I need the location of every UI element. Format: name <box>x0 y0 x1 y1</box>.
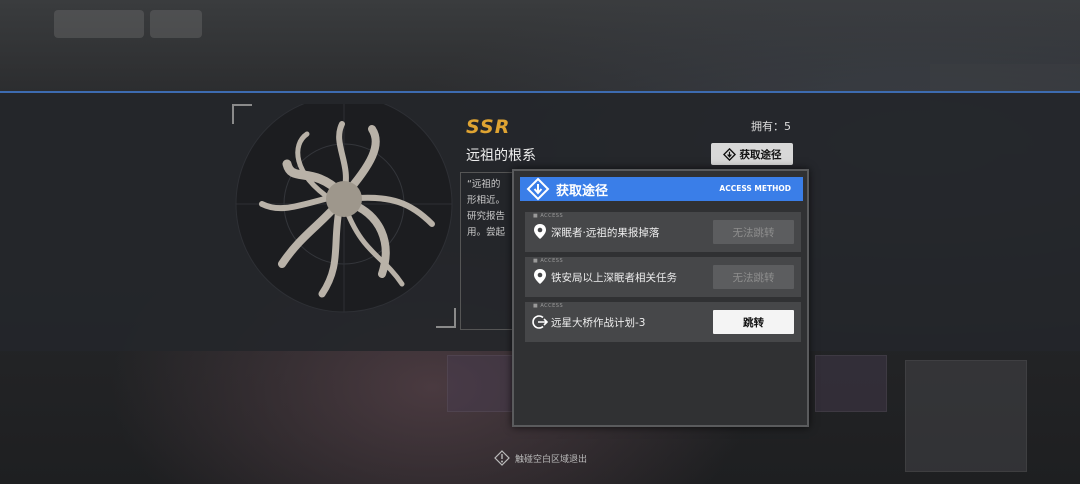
background-tile <box>905 360 1027 472</box>
rarity-badge: SSR <box>466 116 511 138</box>
row-tag: ■ ACCESS <box>533 213 564 219</box>
exit-hint-text: 触碰空白区域退出 <box>515 454 588 465</box>
background-tile <box>815 355 887 412</box>
item-portrait <box>232 95 456 328</box>
location-pin-icon <box>534 269 546 284</box>
source-row: ■ ACCESS 远星大桥作战计划-3 跳转 <box>525 302 801 342</box>
source-label: 深眠者·远祖的果报掉落 <box>551 227 660 239</box>
row-tag: ■ ACCESS <box>533 258 564 264</box>
source-row: ■ ACCESS 深眠者·远祖的果报掉落 无法跳转 <box>525 212 801 252</box>
source-label: 远星大桥作战计划-3 <box>551 317 646 329</box>
popup-title: 获取途径 <box>556 183 609 199</box>
diamond-arrow-icon <box>722 147 736 161</box>
access-method-popup: 获取途径 ACCESS METHOD ■ ACCESS 深眠者·远祖的果报掉落 … <box>512 169 809 427</box>
jump-button-disabled[interactable]: 无法跳转 <box>713 220 794 244</box>
jump-button-disabled[interactable]: 无法跳转 <box>713 265 794 289</box>
get-method-button[interactable]: 获取途径 <box>711 143 793 165</box>
popup-subtitle: ACCESS METHOD <box>719 184 791 193</box>
diamond-tap-icon <box>494 450 510 466</box>
popup-header: 获取途径 ACCESS METHOD <box>520 177 803 201</box>
source-row: ■ ACCESS 铁安局以上深眠者相关任务 无法跳转 <box>525 257 801 297</box>
row-tag: ■ ACCESS <box>533 303 564 309</box>
home-button[interactable] <box>150 10 202 38</box>
exit-hint: 触碰空白区域退出 <box>494 450 587 466</box>
get-method-label: 获取途径 <box>739 148 782 161</box>
jump-button[interactable]: 跳转 <box>713 310 794 334</box>
location-pin-icon <box>534 224 546 239</box>
back-button[interactable] <box>54 10 144 38</box>
owned-count: 拥有：5 <box>751 120 791 133</box>
diamond-arrow-icon <box>526 177 550 201</box>
exit-arrow-icon <box>532 315 548 329</box>
source-label: 铁安局以上深眠者相关任务 <box>551 272 677 284</box>
item-name: 远祖的根系 <box>466 148 536 164</box>
root-creature-image <box>235 95 453 313</box>
